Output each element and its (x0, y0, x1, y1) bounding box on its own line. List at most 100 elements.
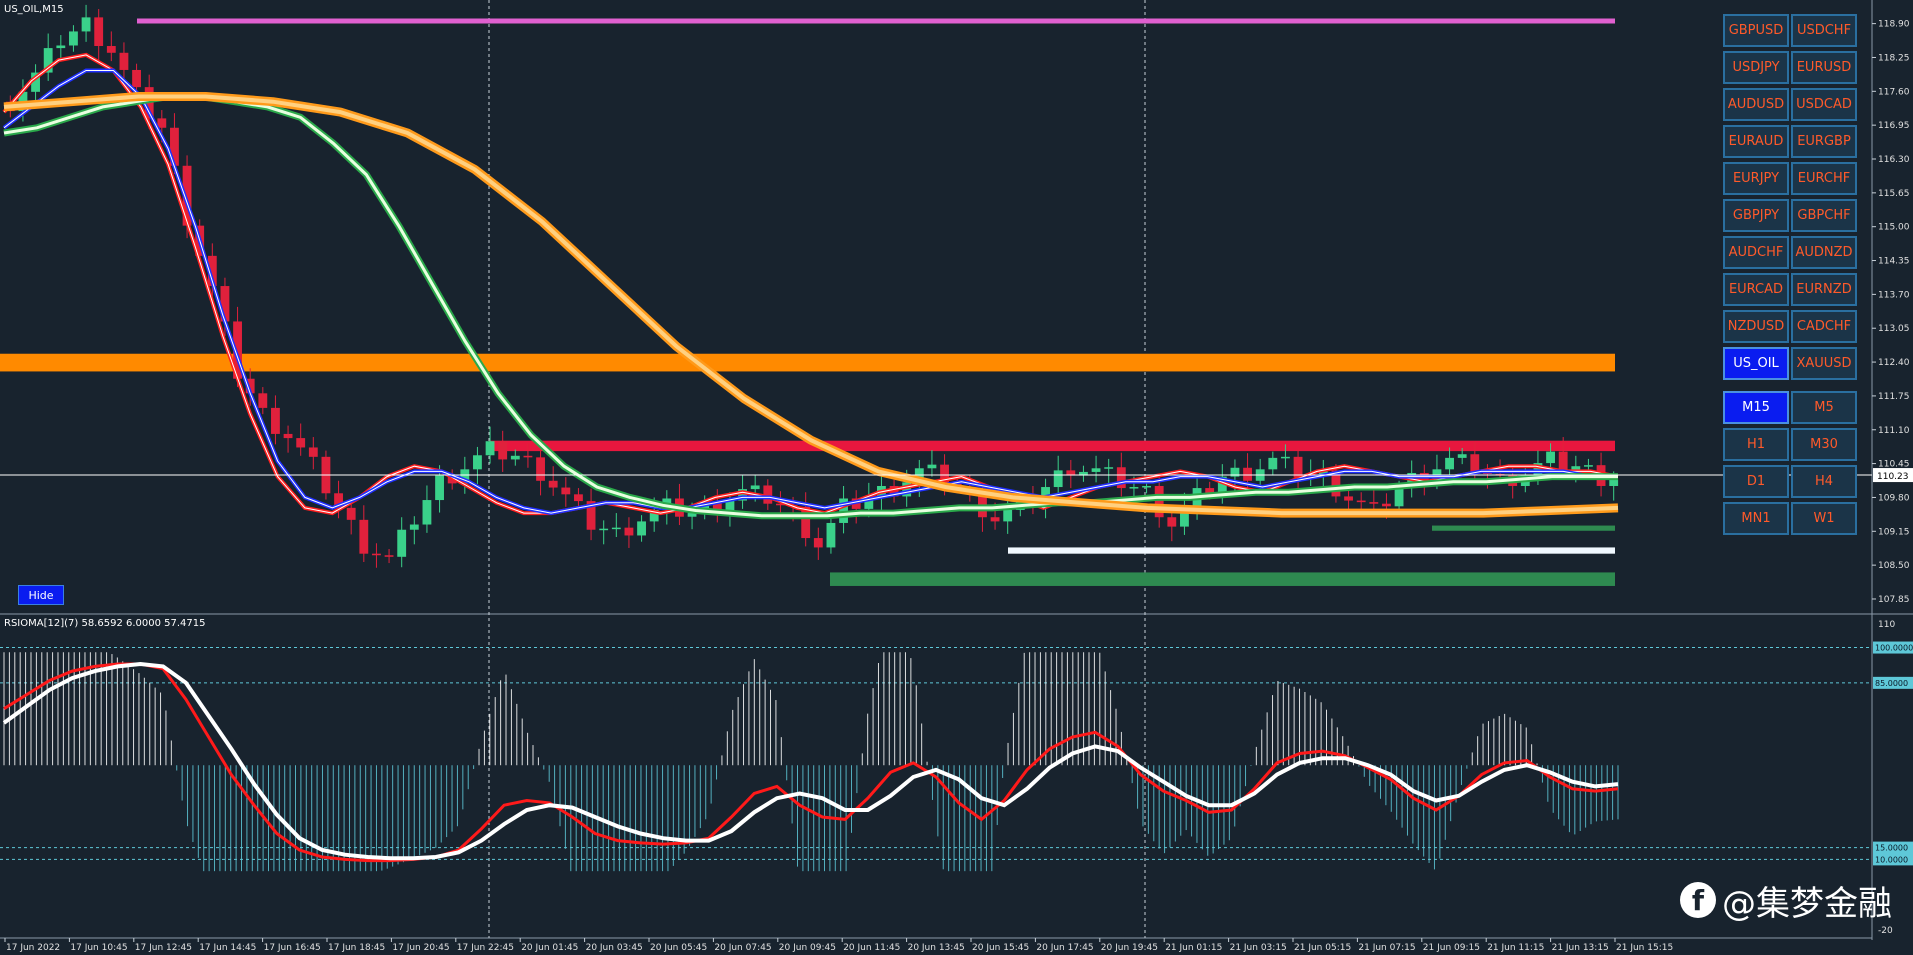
time-tick-label: 20 Jun 01:45 (521, 943, 578, 953)
timeframe-button-m15[interactable]: M15 (1723, 391, 1789, 424)
time-tick-label: 17 Jun 12:45 (135, 943, 192, 953)
hide-button[interactable]: Hide (18, 585, 64, 605)
symbol-button-cadchf[interactable]: CADCHF (1791, 310, 1857, 343)
price-tick-label: 116.95 (1878, 121, 1910, 131)
candle-body (384, 555, 394, 557)
candle-body (611, 527, 621, 530)
symbol-button-usdjpy[interactable]: USDJPY (1723, 51, 1789, 84)
price-tick-label: 109.80 (1878, 493, 1910, 503)
chart-canvas[interactable]: 110.23 118.90 118.25 117.60 116.95 116.30 115.… (0, 0, 1913, 955)
time-tick-label: 21 Jun 07:15 (1358, 943, 1415, 953)
candle-body (813, 538, 823, 548)
symbol-button-usdchf[interactable]: USDCHF (1791, 14, 1857, 47)
price-tick-label: 116.30 (1878, 155, 1910, 165)
symbol-button-gbpusd[interactable]: GBPUSD (1723, 14, 1789, 47)
time-tick-label: 21 Jun 13:15 (1552, 943, 1609, 953)
price-tick-label: 117.60 (1878, 87, 1910, 97)
symbol-button-xauusd[interactable]: XAUUSD (1791, 347, 1857, 380)
symbol-button-audnzd[interactable]: AUDNZD (1791, 236, 1857, 269)
candle-body (1344, 496, 1353, 501)
price-tick-label: 118.25 (1878, 53, 1910, 63)
candle-body (1142, 485, 1151, 488)
price-tick-label: 114.35 (1878, 257, 1910, 267)
candle-body (498, 441, 508, 460)
symbol-button-eurgbp[interactable]: EURGBP (1791, 125, 1857, 158)
candle-body (435, 475, 444, 501)
price-tick-label: 109.15 (1878, 527, 1910, 537)
time-tick-label: 20 Jun 09:45 (779, 943, 836, 953)
candle-body (1104, 467, 1114, 469)
price-tick-label: 113.70 (1878, 290, 1910, 300)
candle-body (296, 438, 306, 448)
timeframe-button-d1[interactable]: D1 (1723, 465, 1789, 498)
candle-body (548, 480, 558, 488)
time-tick-label: 17 Jun 18:45 (328, 943, 385, 953)
candle-body (106, 46, 116, 53)
time-tick-label: 20 Jun 07:45 (714, 943, 771, 953)
timeframe-button-w1[interactable]: W1 (1791, 502, 1857, 535)
time-tick-label: 17 Jun 2022 (6, 943, 60, 953)
candle-body (1546, 451, 1555, 464)
symbol-button-nzdusd[interactable]: NZDUSD (1723, 310, 1789, 343)
symbol-button-us_oil[interactable]: US_OIL (1723, 347, 1789, 380)
candle-body (409, 524, 419, 530)
candle-body (485, 441, 495, 456)
time-tick-label: 21 Jun 15:15 (1616, 943, 1673, 953)
symbol-button-usdcad[interactable]: USDCAD (1791, 88, 1857, 121)
candle-body (422, 500, 432, 525)
timeframe-button-m5[interactable]: M5 (1791, 391, 1857, 424)
price-tick-label: 108.50 (1878, 561, 1910, 571)
candle-body (1356, 500, 1366, 503)
candle-body (561, 487, 571, 495)
symbol-button-eurusd[interactable]: EURUSD (1791, 51, 1857, 84)
symbol-button-eurchf[interactable]: EURCHF (1791, 162, 1857, 195)
symbol-button-eurnzd[interactable]: EURNZD (1791, 273, 1857, 306)
timeframe-button-h1[interactable]: H1 (1723, 428, 1789, 461)
symbol-button-audusd[interactable]: AUDUSD (1723, 88, 1789, 121)
rsioma-indicator-title: RSIOMA[12](7) 58.6592 6.0000 57.4715 (4, 618, 206, 629)
candle-body (927, 464, 937, 469)
candle-body (599, 528, 609, 531)
time-tick-label: 20 Jun 15:45 (972, 943, 1029, 953)
rsioma-tick-label: 15.0000 (1875, 844, 1908, 853)
symbol-button-audchf[interactable]: AUDCHF (1723, 236, 1789, 269)
symbol-button-eurcad[interactable]: EURCAD (1723, 273, 1789, 306)
level-green-support-2 (830, 572, 1615, 586)
time-tick-label: 21 Jun 11:15 (1487, 943, 1544, 953)
symbol-button-euraud[interactable]: EURAUD (1723, 125, 1789, 158)
symbol-button-eurjpy[interactable]: EURJPY (1723, 162, 1789, 195)
timeframe-button-h4[interactable]: H4 (1791, 465, 1857, 498)
candle-body (1445, 457, 1454, 470)
candle-body (1369, 502, 1379, 504)
candle-body (1457, 454, 1467, 458)
time-tick-label: 17 Jun 10:45 (70, 943, 127, 953)
candle-body (1293, 456, 1303, 478)
time-tick-label: 21 Jun 03:15 (1230, 943, 1287, 953)
price-tick-label: 110.45 (1878, 460, 1910, 470)
time-tick-label: 20 Jun 17:45 (1036, 943, 1093, 953)
candle-body (1003, 509, 1013, 522)
candle-body (94, 17, 104, 47)
candle-body (132, 69, 141, 88)
candle-body (1382, 503, 1391, 507)
rsioma-tick-label: -20 (1878, 926, 1893, 936)
facebook-icon: f (1680, 882, 1716, 918)
price-tick-label: 107.85 (1878, 595, 1910, 605)
candle-body (750, 485, 760, 490)
candle-body (69, 31, 78, 46)
level-green-support-1 (1432, 525, 1615, 531)
current-price-label: 110.23 (1877, 472, 1909, 482)
price-tick-label: 111.10 (1878, 426, 1910, 436)
rsioma-tick-label: 100.0000 (1875, 644, 1913, 653)
candle-body (637, 521, 646, 536)
candle-body (1584, 465, 1593, 467)
time-tick-label: 20 Jun 19:45 (1101, 943, 1158, 953)
level-crimson-zone (489, 440, 1615, 452)
symbol-button-gbpchf[interactable]: GBPCHF (1791, 199, 1857, 232)
candle-body (157, 118, 167, 128)
symbol-button-gbpjpy[interactable]: GBPJPY (1723, 199, 1789, 232)
candle-body (1129, 487, 1139, 489)
timeframe-button-m30[interactable]: M30 (1791, 428, 1857, 461)
timeframe-button-mn1[interactable]: MN1 (1723, 502, 1789, 535)
time-tick-label: 21 Jun 09:15 (1423, 943, 1480, 953)
